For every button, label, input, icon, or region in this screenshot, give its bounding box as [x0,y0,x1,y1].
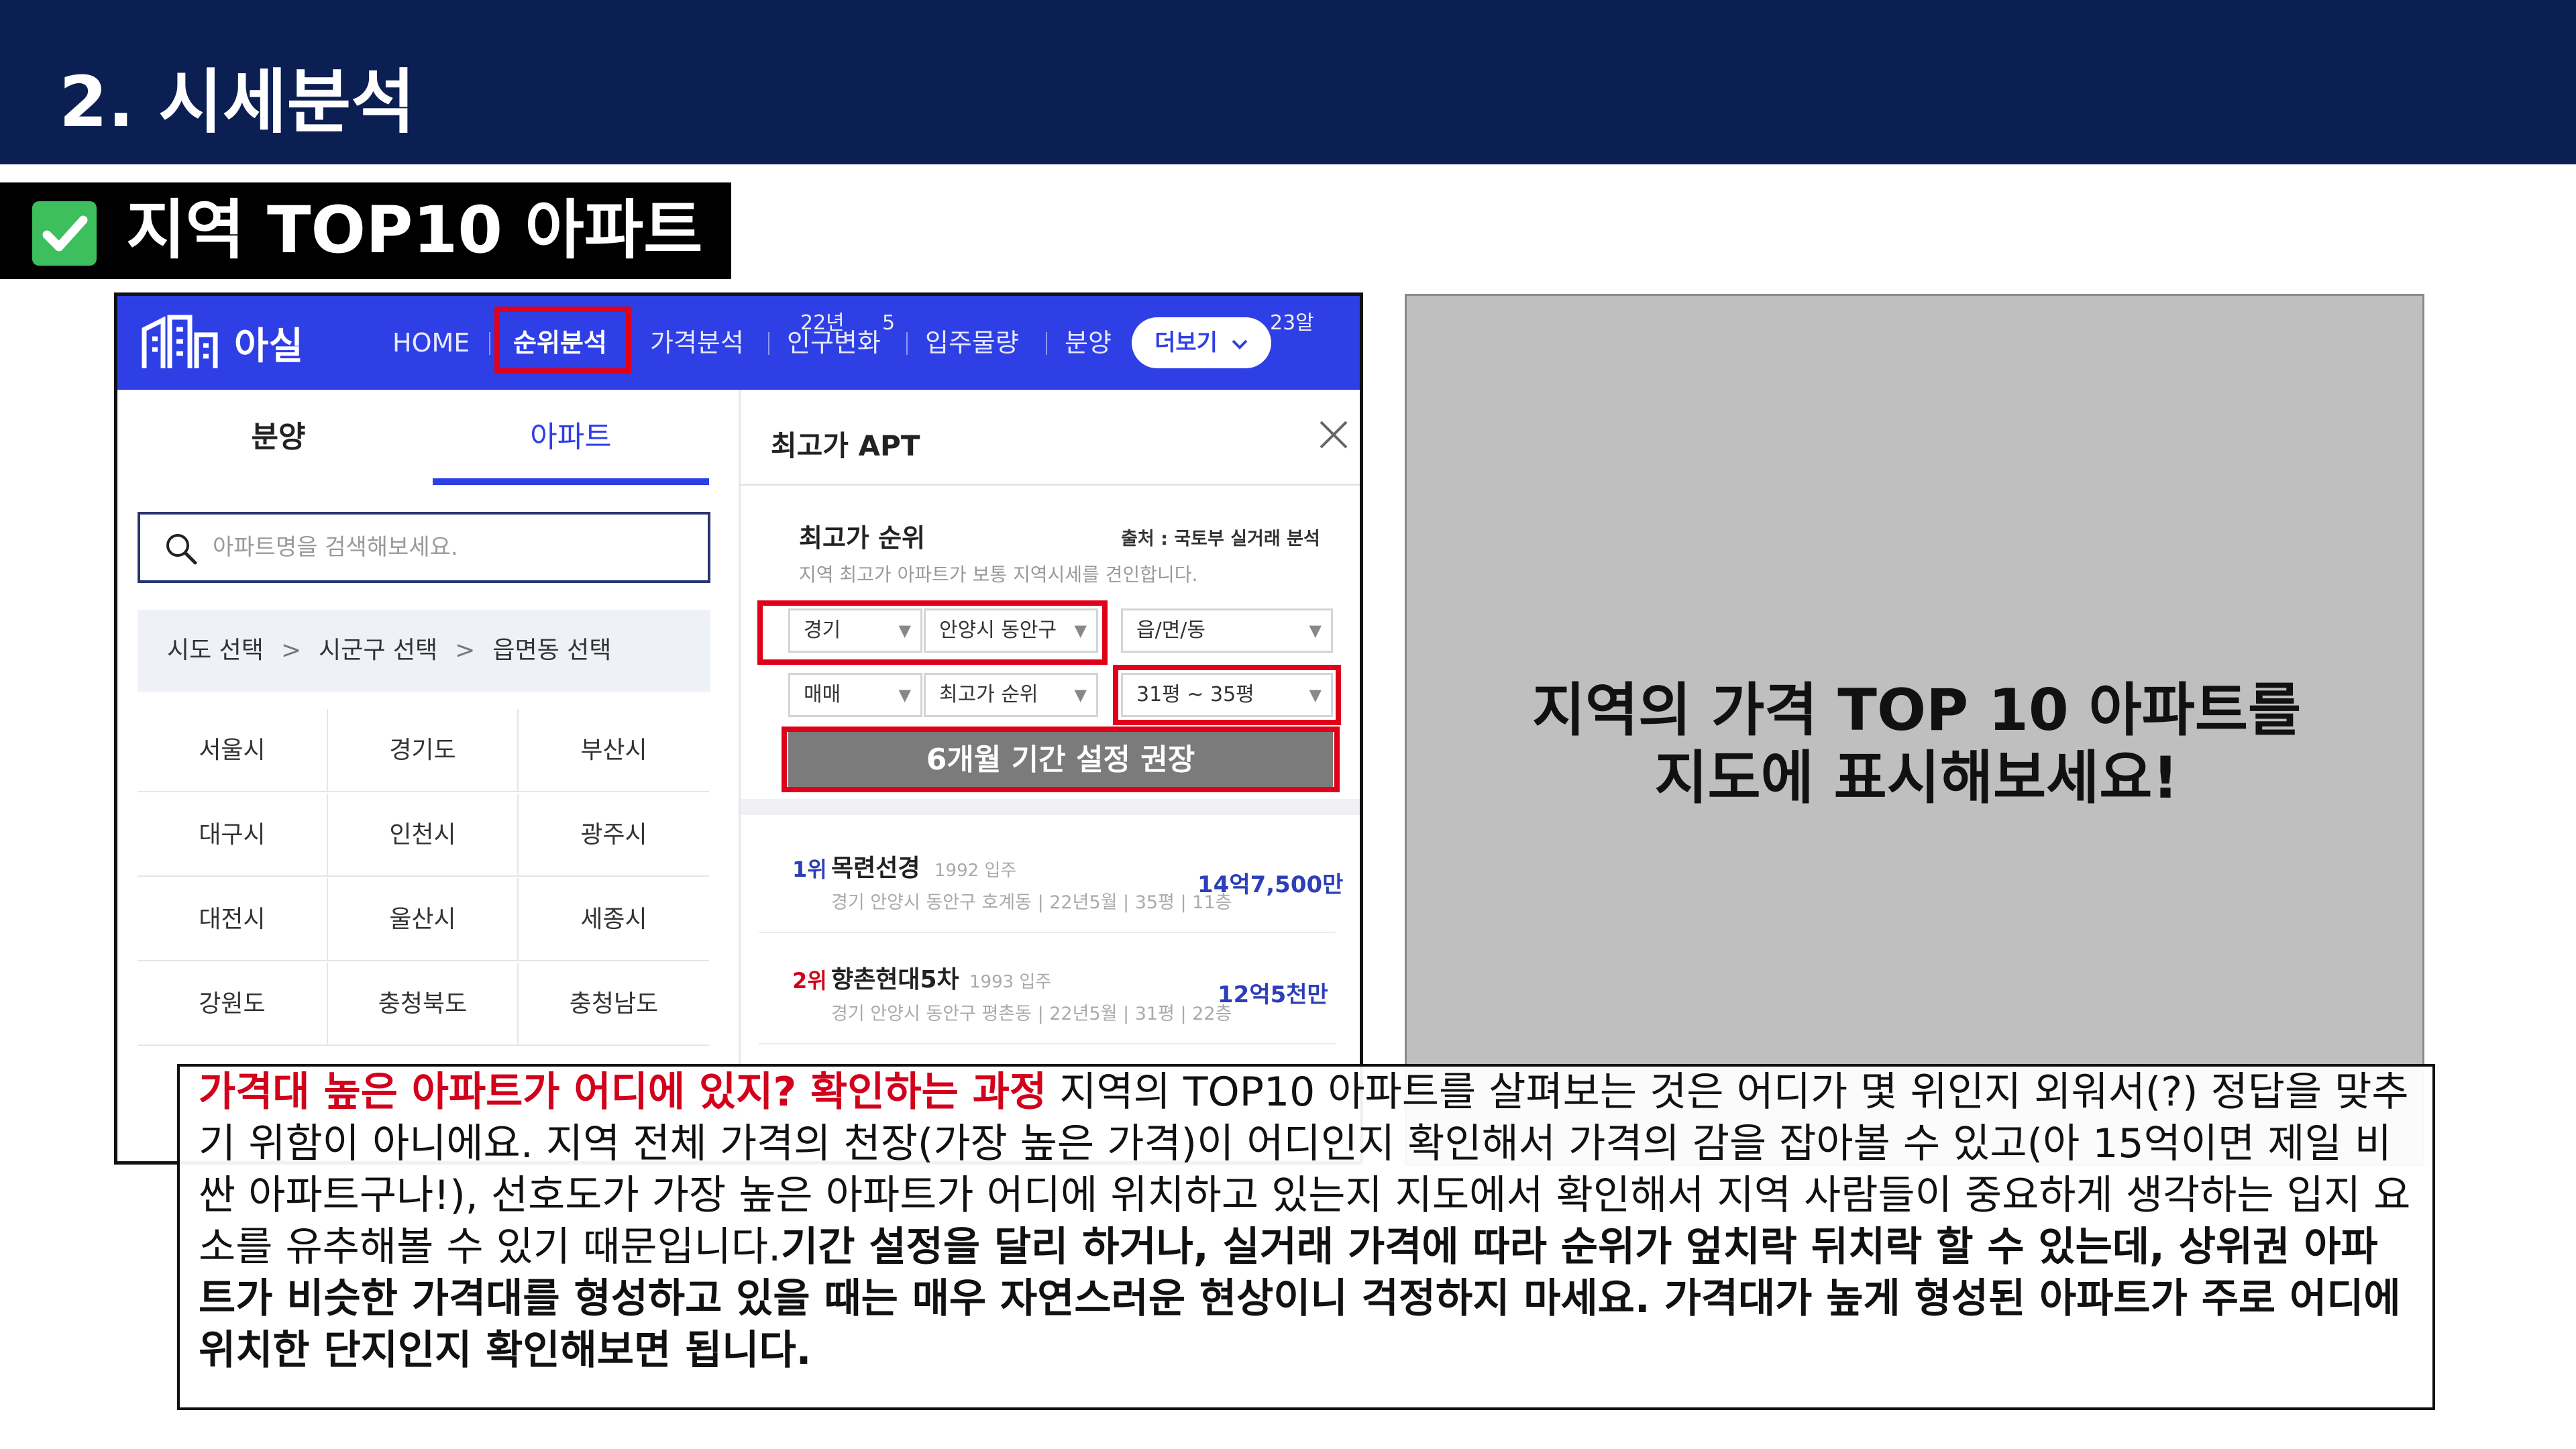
description-heading: 가격대 높은 아파트가 어디에 있지? 확인하는 과정 [199,1069,1047,1116]
town-select[interactable]: 읍/면/동 ▼ [1121,608,1333,653]
region-breadcrumb: 시도 선택 > 시군구 선택 > 읍면동 선택 [138,610,710,692]
rank-number: 1위 [792,857,827,882]
region-item[interactable]: 강원도 [138,963,328,1046]
breadcrumb-arrow: > [280,637,302,664]
date-end-select[interactable]: 23알 [1260,303,1330,344]
panel-divider [741,484,1360,486]
pane-divider [739,390,741,1161]
deal-type-select[interactable]: 매매 ▼ [788,673,922,717]
source-note: 출처 : 국토부 실거래 분석 [1121,529,1320,549]
region-item[interactable]: 세종시 [519,878,709,961]
row-divider [759,1043,1336,1044]
placeholder-line-2: 지도에 표시해보세요! [1654,745,2179,812]
panel-title: 최고가 APT [771,429,920,462]
apartment-info: 경기 안양시 동안구 호계동 | 22년5월 | 35평 | 11층 [831,892,1232,913]
dropdown-arrow-icon: ▼ [898,686,911,704]
chevron-down-icon [1232,339,1248,350]
apartment-info: 경기 안양시 동안구 평촌동 | 22년5월 | 31평 | 22층 [831,1004,1232,1024]
apartment-name[interactable]: 향촌현대5차 [831,960,959,995]
check-icon [32,201,97,266]
nav-separator [768,332,769,355]
search-placeholder: 아파트명을 검색해보세요. [213,534,458,561]
map-placeholder: 지역의 가격 TOP 10 아파트를 지도에 표시해보세요! [1405,294,2424,1166]
move-in-year: 1992 입주 [934,861,1017,881]
rank-number: 2위 [792,968,827,994]
highlight-box [494,307,631,374]
slide-title: 2. 시세분석 [59,61,415,143]
more-button-label: 더보기 [1155,329,1218,356]
region-item[interactable]: 부산시 [519,709,709,792]
placeholder-line-1: 지역의 가격 TOP 10 아파트를 [1532,677,2302,744]
region-item[interactable]: 경기도 [328,709,519,792]
nav-separator [1046,332,1047,355]
move-in-year: 1993 입주 [969,972,1052,992]
logo-text: 아실 [234,324,304,368]
dropdown-arrow-icon: ▼ [1074,686,1087,704]
apartment-price: 12억5천만 [1218,981,1328,1008]
region-item[interactable]: 충청북도 [328,963,519,1046]
nav-supply[interactable]: 입주물량 [925,323,1019,363]
apartment-name[interactable]: 목련선경 [831,849,920,883]
rank-title: 최고가 순위 [799,523,926,553]
nav-home[interactable]: HOME [392,323,470,363]
description-box: 가격대 높은 아파트가 어디에 있지? 확인하는 과정 지역의 TOP10 아파… [177,1064,2435,1410]
sort-select[interactable]: 최고가 순위 ▼ [924,673,1098,717]
search-icon [166,534,197,565]
sort-select-value: 최고가 순위 [939,683,1038,706]
tab-apartment[interactable]: 아파트 [433,396,709,478]
nav-price[interactable]: 가격분석 [650,323,744,363]
town-select-value: 읍/면/동 [1136,619,1206,642]
region-item[interactable]: 충청남도 [519,963,709,1046]
region-item[interactable]: 서울시 [138,709,328,792]
region-item[interactable]: 대전시 [138,878,328,961]
region-item[interactable]: 대구시 [138,794,328,877]
highlight-box [782,727,1340,792]
app-screenshot: 아실 HOME 순위분석 가격분석 인구변화 입주물량 분양 더보기 분양 아파… [114,292,1363,1165]
close-icon[interactable] [1317,418,1350,451]
rank-description: 지역 최고가 아파트가 보통 지역시세를 견인합니다. [799,564,1198,586]
nav-separator [489,332,490,355]
row-divider [759,932,1336,933]
region-item[interactable]: 울산시 [328,878,519,961]
search-input[interactable]: 아파트명을 검색해보세요. [138,512,710,583]
tab-presale[interactable]: 분양 [117,396,439,478]
highlight-box [1113,665,1341,725]
active-tab-indicator [433,478,709,485]
logo[interactable]: 아실 [140,312,303,374]
date-month-select[interactable]: 5 [873,303,926,344]
slide-subtitle: 지역 TOP10 아파트 [126,193,703,268]
date-start-select[interactable]: 22년 [791,303,871,344]
dropdown-arrow-icon: ▼ [1309,621,1322,640]
highlight-box [757,600,1108,665]
breadcrumb-district[interactable]: 시군구 선택 [319,637,437,664]
section-gap [741,799,1360,815]
apartment-price: 14억7,500만 [1197,871,1344,898]
more-button[interactable]: 더보기 [1132,317,1271,368]
nav-presale[interactable]: 분양 [1065,323,1112,363]
building-logo-icon [142,315,218,368]
description-text: 가격대 높은 아파트가 어디에 있지? 확인하는 과정 지역의 TOP10 아파… [199,1067,2414,1377]
nav-bar: 아실 HOME 순위분석 가격분석 인구변화 입주물량 분양 더보기 [117,296,1360,390]
region-item[interactable]: 인천시 [328,794,519,877]
region-grid: 서울시 경기도 부산시 대구시 인천시 광주시 대전시 울산시 세종시 강원도 … [138,709,710,1085]
breadcrumb-arrow: > [455,637,476,664]
breadcrumb-town[interactable]: 읍면동 선택 [492,637,611,664]
region-item[interactable]: 광주시 [519,794,709,877]
deal-type-select-value: 매매 [804,683,841,706]
breadcrumb-province[interactable]: 시도 선택 [167,637,264,664]
placeholder-text: 지역의 가격 TOP 10 아파트를 지도에 표시해보세요! [1407,677,2426,813]
